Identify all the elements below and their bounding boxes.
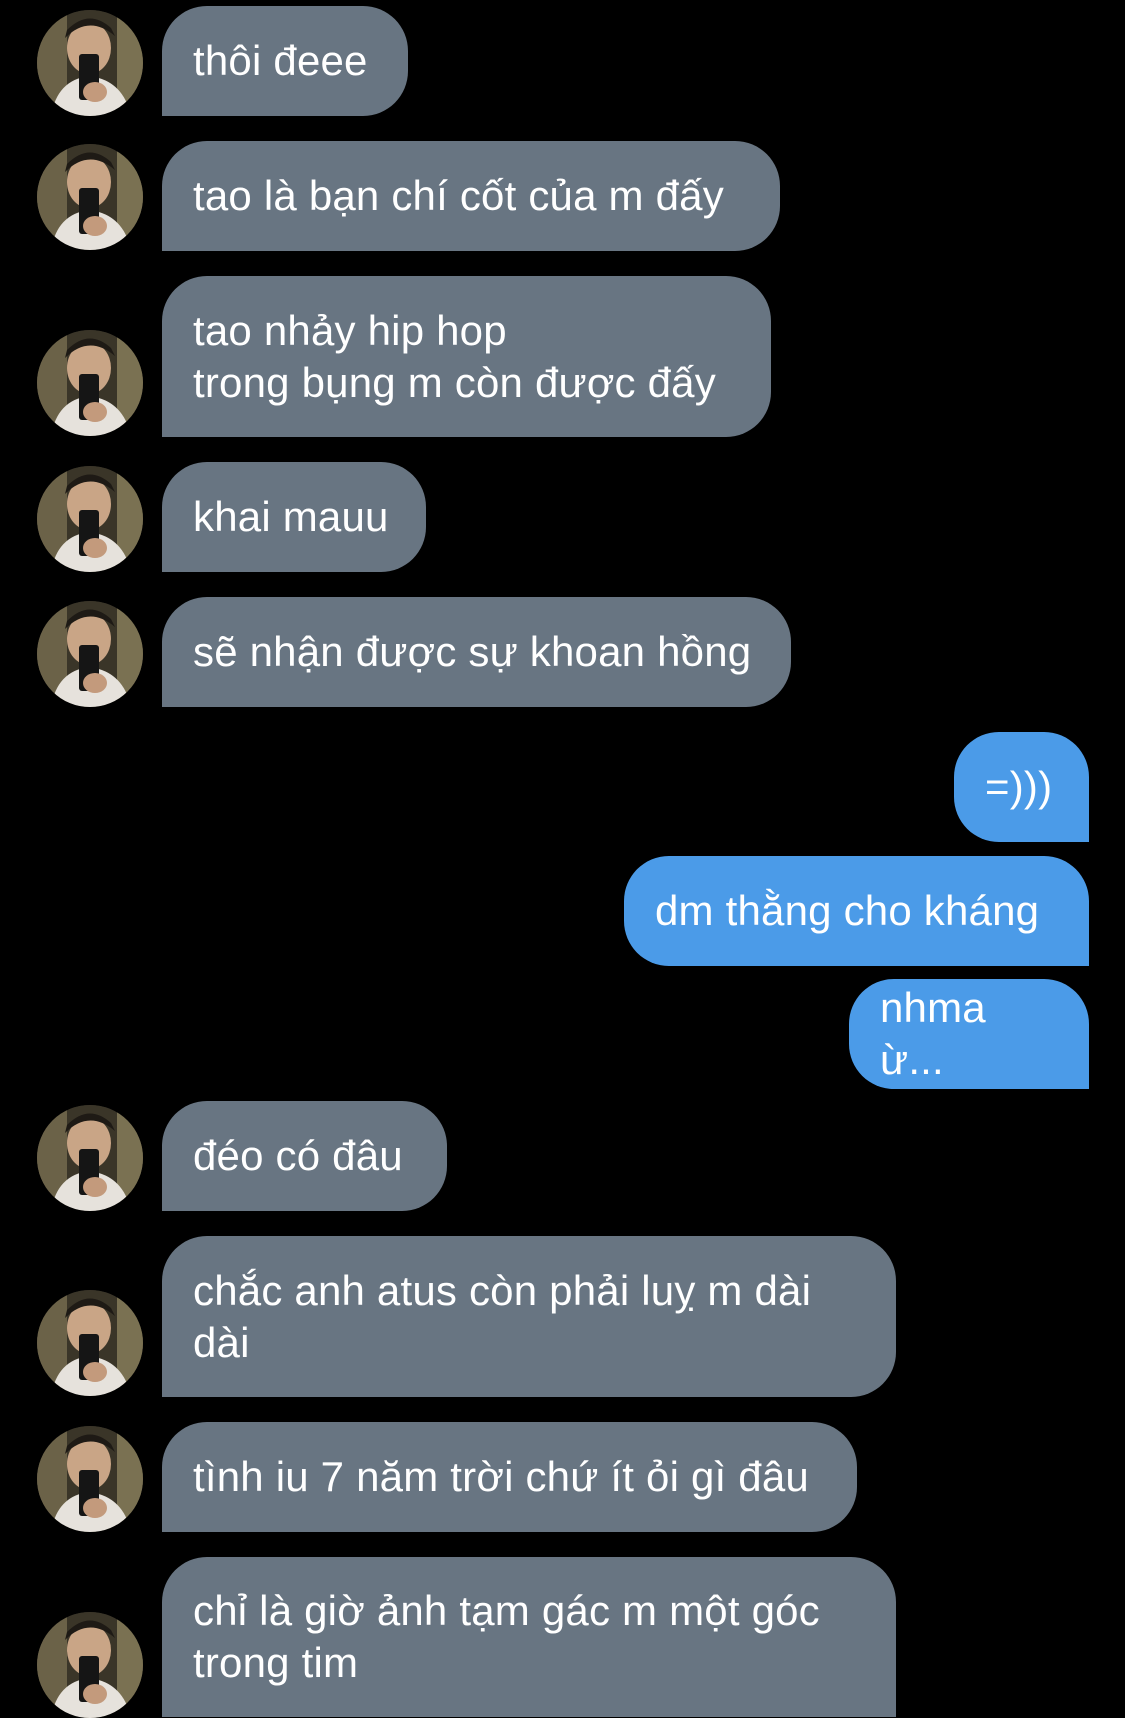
contact-avatar[interactable] <box>37 10 143 116</box>
contact-avatar[interactable] <box>37 330 143 436</box>
incoming-message-bubble[interactable]: tao là bạn chí cốt của m đấy <box>162 141 780 251</box>
incoming-message-bubble[interactable]: đéo có đâu <box>162 1101 447 1211</box>
avatar-photo-icon <box>37 330 143 436</box>
contact-avatar[interactable] <box>37 1290 143 1396</box>
incoming-message-bubble[interactable]: tình iu 7 năm trời chứ ít ỏi gì đâu <box>162 1422 857 1532</box>
contact-avatar[interactable] <box>37 466 143 572</box>
contact-avatar[interactable] <box>37 1105 143 1211</box>
avatar-photo-icon <box>37 466 143 572</box>
incoming-message-bubble[interactable]: khai mauu <box>162 462 426 572</box>
contact-avatar[interactable] <box>37 1612 143 1718</box>
incoming-message-bubble[interactable]: chắc anh atus còn phải luỵ m dài dài <box>162 1236 896 1397</box>
avatar-photo-icon <box>37 10 143 116</box>
outgoing-message-bubble[interactable]: =))) <box>954 732 1089 842</box>
avatar-photo-icon <box>37 1105 143 1211</box>
avatar-photo-icon <box>37 601 143 707</box>
incoming-message-bubble[interactable]: chỉ là giờ ảnh tạm gác m một góc trong t… <box>162 1557 896 1717</box>
outgoing-message-bubble[interactable]: nhma ừ... <box>849 979 1089 1089</box>
message-thread: thôi đeee tao là bạn chí cốt của m đấy t… <box>0 0 1125 1718</box>
contact-avatar[interactable] <box>37 144 143 250</box>
incoming-message-bubble[interactable]: thôi đeee <box>162 6 408 116</box>
avatar-photo-icon <box>37 1612 143 1718</box>
avatar-photo-icon <box>37 1426 143 1532</box>
contact-avatar[interactable] <box>37 601 143 707</box>
outgoing-message-bubble[interactable]: dm thằng cho kháng <box>624 856 1089 966</box>
contact-avatar[interactable] <box>37 1426 143 1532</box>
avatar-photo-icon <box>37 144 143 250</box>
avatar-photo-icon <box>37 1290 143 1396</box>
incoming-message-bubble[interactable]: tao nhảy hip hop trong bụng m còn được đ… <box>162 276 771 437</box>
incoming-message-bubble[interactable]: sẽ nhận được sự khoan hồng <box>162 597 791 707</box>
